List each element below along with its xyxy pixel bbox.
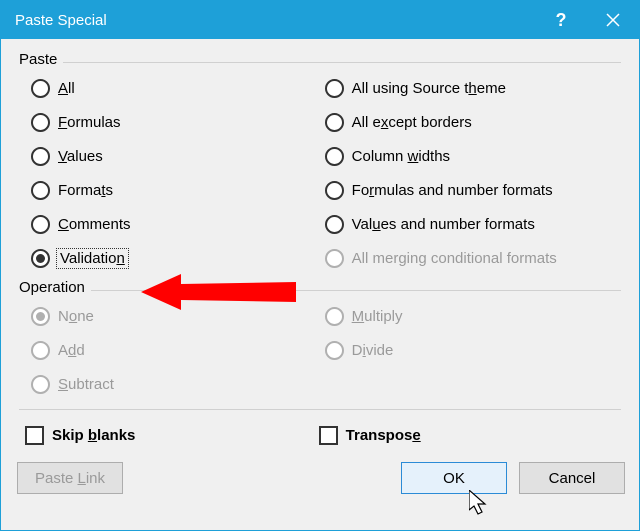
paste-group-header: Paste (19, 51, 621, 69)
cancel-label: Cancel (549, 470, 596, 487)
option-label: Formats (58, 182, 113, 199)
radio-icon (325, 79, 344, 98)
option-all-except-borders[interactable]: All except borders (313, 105, 621, 139)
close-icon (606, 13, 620, 27)
radio-icon (325, 147, 344, 166)
dialog-content: Paste All Formulas Values Formats (1, 39, 639, 452)
radio-icon (325, 249, 344, 268)
operation-group-header: Operation (19, 279, 621, 297)
option-label: Add (58, 342, 85, 359)
radio-icon (31, 341, 50, 360)
radio-icon (325, 181, 344, 200)
option-all[interactable]: All (19, 71, 313, 105)
option-subtract: Subtract (19, 367, 313, 401)
option-label: Divide (352, 342, 394, 359)
option-all-source-theme[interactable]: All using Source theme (313, 71, 621, 105)
cancel-button[interactable]: Cancel (519, 462, 625, 494)
help-button[interactable]: ? (535, 1, 587, 39)
option-label: All using Source theme (352, 80, 506, 97)
option-formulas[interactable]: Formulas (19, 105, 313, 139)
radio-icon (31, 249, 50, 268)
option-comments[interactable]: Comments (19, 207, 313, 241)
check-right: Transpose (313, 420, 621, 450)
radio-icon (325, 341, 344, 360)
radio-icon (31, 307, 50, 326)
option-label: Validation (58, 250, 127, 267)
checkbox-icon (25, 426, 44, 445)
titlebar: Paste Special ? (1, 1, 639, 39)
option-label: Multiply (352, 308, 403, 325)
check-left: Skip blanks (19, 420, 313, 450)
option-label: None (58, 308, 94, 325)
option-values-number-formats[interactable]: Values and number formats (313, 207, 621, 241)
separator (19, 409, 621, 410)
operation-options-left: None Add Subtract (19, 299, 313, 401)
radio-icon (31, 79, 50, 98)
option-values[interactable]: Values (19, 139, 313, 173)
radio-icon (31, 375, 50, 394)
option-add: Add (19, 333, 313, 367)
radio-icon (325, 215, 344, 234)
checkbox-icon (319, 426, 338, 445)
radio-icon (325, 113, 344, 132)
option-label: Values and number formats (352, 216, 535, 233)
radio-icon (325, 307, 344, 326)
button-row: Paste Link OK Cancel (1, 452, 639, 508)
option-label: All (58, 80, 75, 97)
paste-link-button: Paste Link (17, 462, 123, 494)
radio-icon (31, 181, 50, 200)
check-skip-blanks[interactable]: Skip blanks (19, 420, 313, 450)
option-all-merging-conditional: All merging conditional formats (313, 241, 621, 275)
radio-icon (31, 147, 50, 166)
close-button[interactable] (587, 1, 639, 39)
operation-options-right: Multiply Divide (313, 299, 621, 401)
radio-icon (31, 113, 50, 132)
option-label: Formulas and number formats (352, 182, 553, 199)
ok-button[interactable]: OK (401, 462, 507, 494)
paste-options-left: All Formulas Values Formats Comments (19, 71, 313, 275)
paste-special-dialog: Paste Special ? Paste All Formulas (0, 0, 640, 531)
option-formulas-number-formats[interactable]: Formulas and number formats (313, 173, 621, 207)
check-options: Skip blanks Transpose (19, 420, 621, 450)
operation-options: None Add Subtract Multiply Div (19, 299, 621, 401)
option-label: Subtract (58, 376, 114, 393)
check-label: Skip blanks (52, 427, 135, 444)
option-label: All merging conditional formats (352, 250, 557, 267)
paste-group-label: Paste (19, 51, 63, 68)
ok-label: OK (443, 470, 465, 487)
option-label: All except borders (352, 114, 472, 131)
option-label: Column widths (352, 148, 450, 165)
option-column-widths[interactable]: Column widths (313, 139, 621, 173)
check-transpose[interactable]: Transpose (313, 420, 621, 450)
radio-icon (31, 215, 50, 234)
option-none: None (19, 299, 313, 333)
option-label: Values (58, 148, 103, 165)
option-label: Comments (58, 216, 131, 233)
option-validation[interactable]: Validation (19, 241, 313, 275)
paste-options: All Formulas Values Formats Comments (19, 71, 621, 275)
check-label: Transpose (346, 427, 421, 444)
option-formats[interactable]: Formats (19, 173, 313, 207)
paste-options-right: All using Source theme All except border… (313, 71, 621, 275)
window-title: Paste Special (15, 12, 535, 29)
operation-group-label: Operation (19, 279, 91, 296)
option-multiply: Multiply (313, 299, 621, 333)
option-label: Formulas (58, 114, 121, 131)
option-divide: Divide (313, 333, 621, 367)
